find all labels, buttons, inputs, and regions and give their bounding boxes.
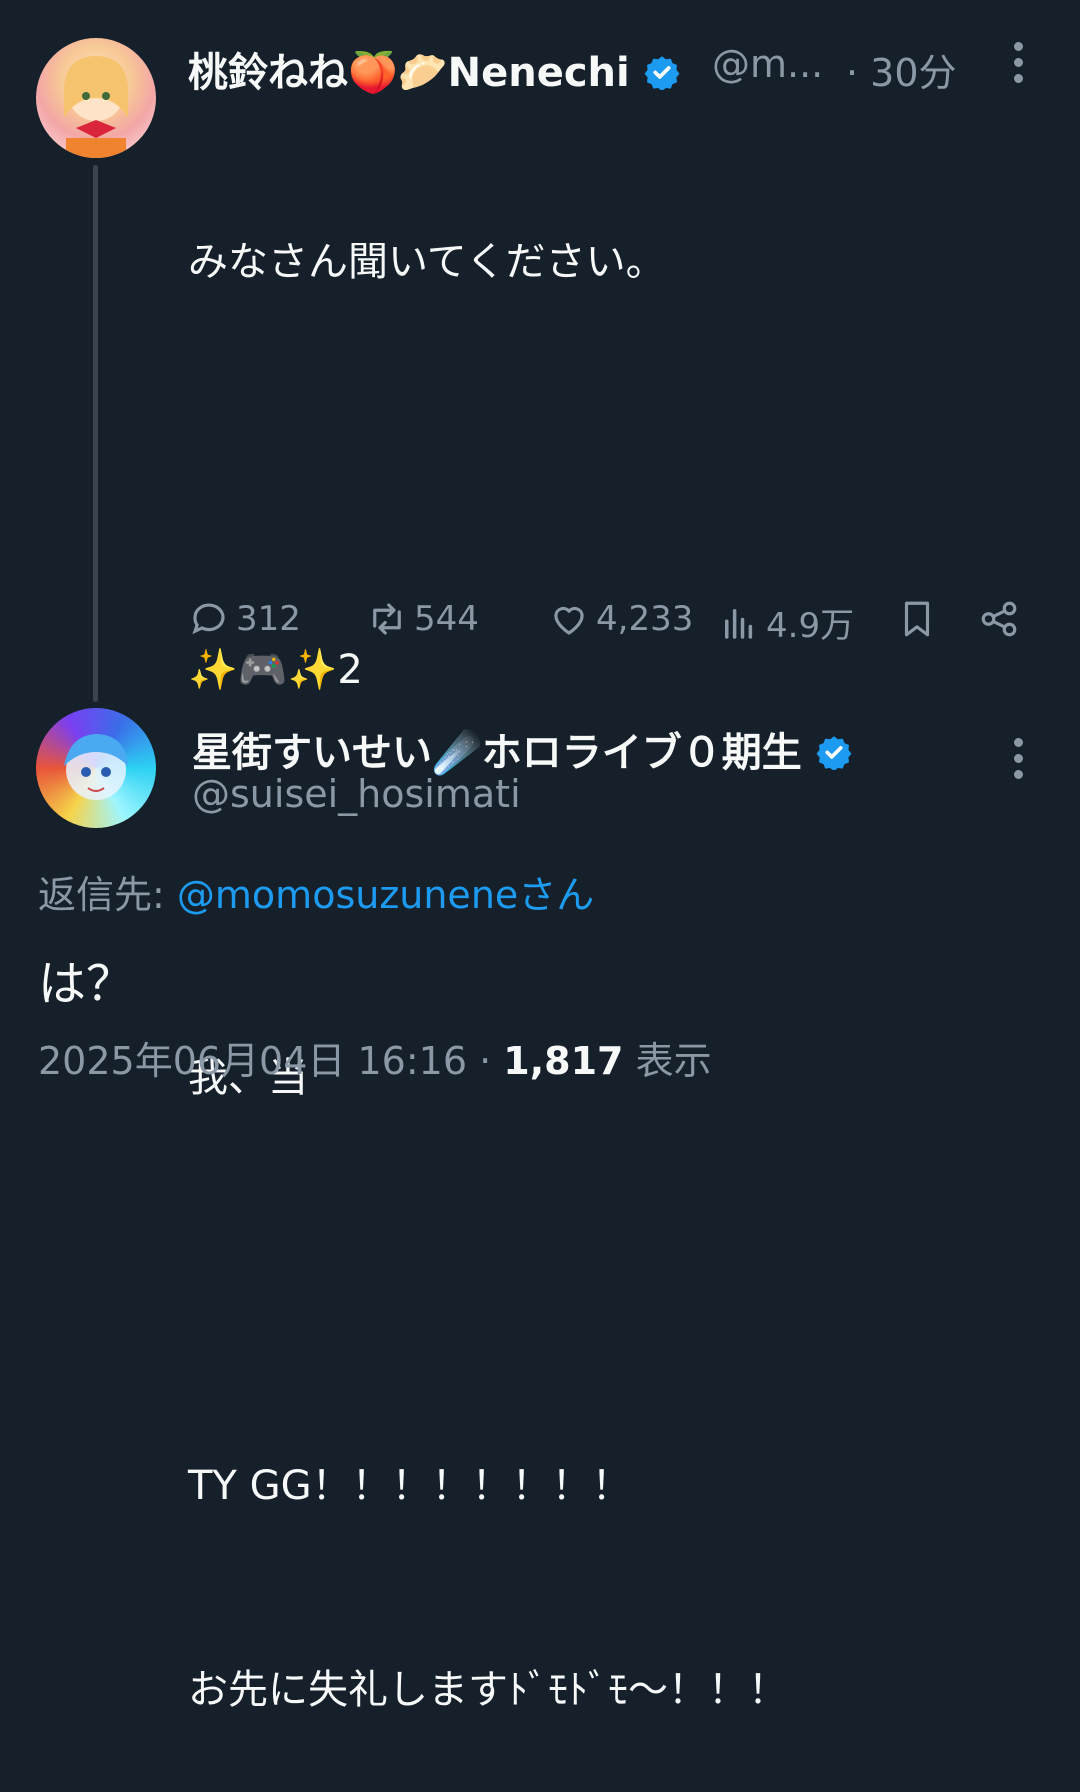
display-name: 星街すいせい☄️ホロライブ０期生 bbox=[192, 730, 802, 776]
post-time[interactable]: · 30分 bbox=[846, 42, 957, 97]
reply-icon bbox=[192, 603, 225, 635]
meta-separator: · bbox=[479, 1039, 492, 1083]
tweet-line: お先に失礼しますﾄﾞﾓﾄﾞﾓ〜！！！ bbox=[188, 1667, 788, 1713]
author-name[interactable]: 星街すいせい☄️ホロライブ０期生 bbox=[192, 720, 852, 778]
thread-line bbox=[93, 165, 98, 702]
tweet-line: ✨🎮✨2 bbox=[188, 647, 363, 693]
retweet-icon bbox=[373, 603, 401, 635]
tweet-body: みなさん聞いてください。 ✨🎮✨2 我、当 TY GG！！！！！！！！ お先に失… bbox=[188, 92, 788, 1792]
retweet-button[interactable]: 544 bbox=[366, 598, 479, 640]
reply-context: 返信先: @momosuzuneneさん bbox=[38, 864, 594, 919]
author-name[interactable]: 桃鈴ねね🍑🥟Nenechi bbox=[188, 40, 680, 98]
bookmark-icon bbox=[904, 601, 930, 637]
author-handle[interactable]: @m... bbox=[712, 42, 823, 86]
view-count: 4.9万 bbox=[766, 606, 855, 646]
like-button[interactable]: 4,233 bbox=[548, 598, 693, 640]
share-icon bbox=[981, 601, 1017, 637]
more-options-icon[interactable] bbox=[1014, 42, 1026, 83]
more-options-icon[interactable] bbox=[1014, 738, 1026, 779]
analytics-icon bbox=[725, 608, 753, 639]
reply-count: 312 bbox=[236, 599, 301, 639]
view-label: 表示 bbox=[635, 1039, 712, 1083]
avatar-suisei[interactable] bbox=[36, 708, 156, 828]
avatar-nenechi[interactable] bbox=[36, 38, 156, 158]
reply-button[interactable]: 312 bbox=[188, 598, 301, 640]
reply-text: は？ bbox=[38, 956, 135, 1012]
post-meta: 2025年06月04日 16:16 · 1,817 表示 bbox=[38, 1030, 712, 1085]
verified-icon bbox=[644, 54, 680, 92]
tweet-line bbox=[188, 1248, 788, 1316]
views-button[interactable]: 4.9万 bbox=[718, 598, 854, 647]
author-handle[interactable]: @suisei_hosimati bbox=[192, 772, 521, 816]
reply-to-link[interactable]: @momosuzunene bbox=[177, 873, 518, 917]
share-button[interactable] bbox=[978, 598, 1020, 640]
retweet-count: 544 bbox=[414, 599, 479, 639]
view-count: 1,817 bbox=[503, 1039, 624, 1083]
reply-to-label: 返信先: bbox=[38, 873, 165, 917]
verified-icon bbox=[816, 734, 852, 772]
post-timestamp[interactable]: 2025年06月04日 16:16 bbox=[38, 1039, 467, 1083]
tweet-line bbox=[188, 432, 788, 500]
tweet-line: TY GG！！！！！！！！ bbox=[188, 1463, 632, 1509]
bookmark-button[interactable] bbox=[896, 598, 938, 640]
display-name: 桃鈴ねね🍑🥟Nenechi bbox=[188, 50, 630, 96]
reply-to-suffix: さん bbox=[518, 873, 595, 917]
heart-icon bbox=[554, 606, 584, 635]
like-count: 4,233 bbox=[596, 599, 694, 639]
tweet-line: みなさん聞いてください。 bbox=[188, 239, 666, 285]
